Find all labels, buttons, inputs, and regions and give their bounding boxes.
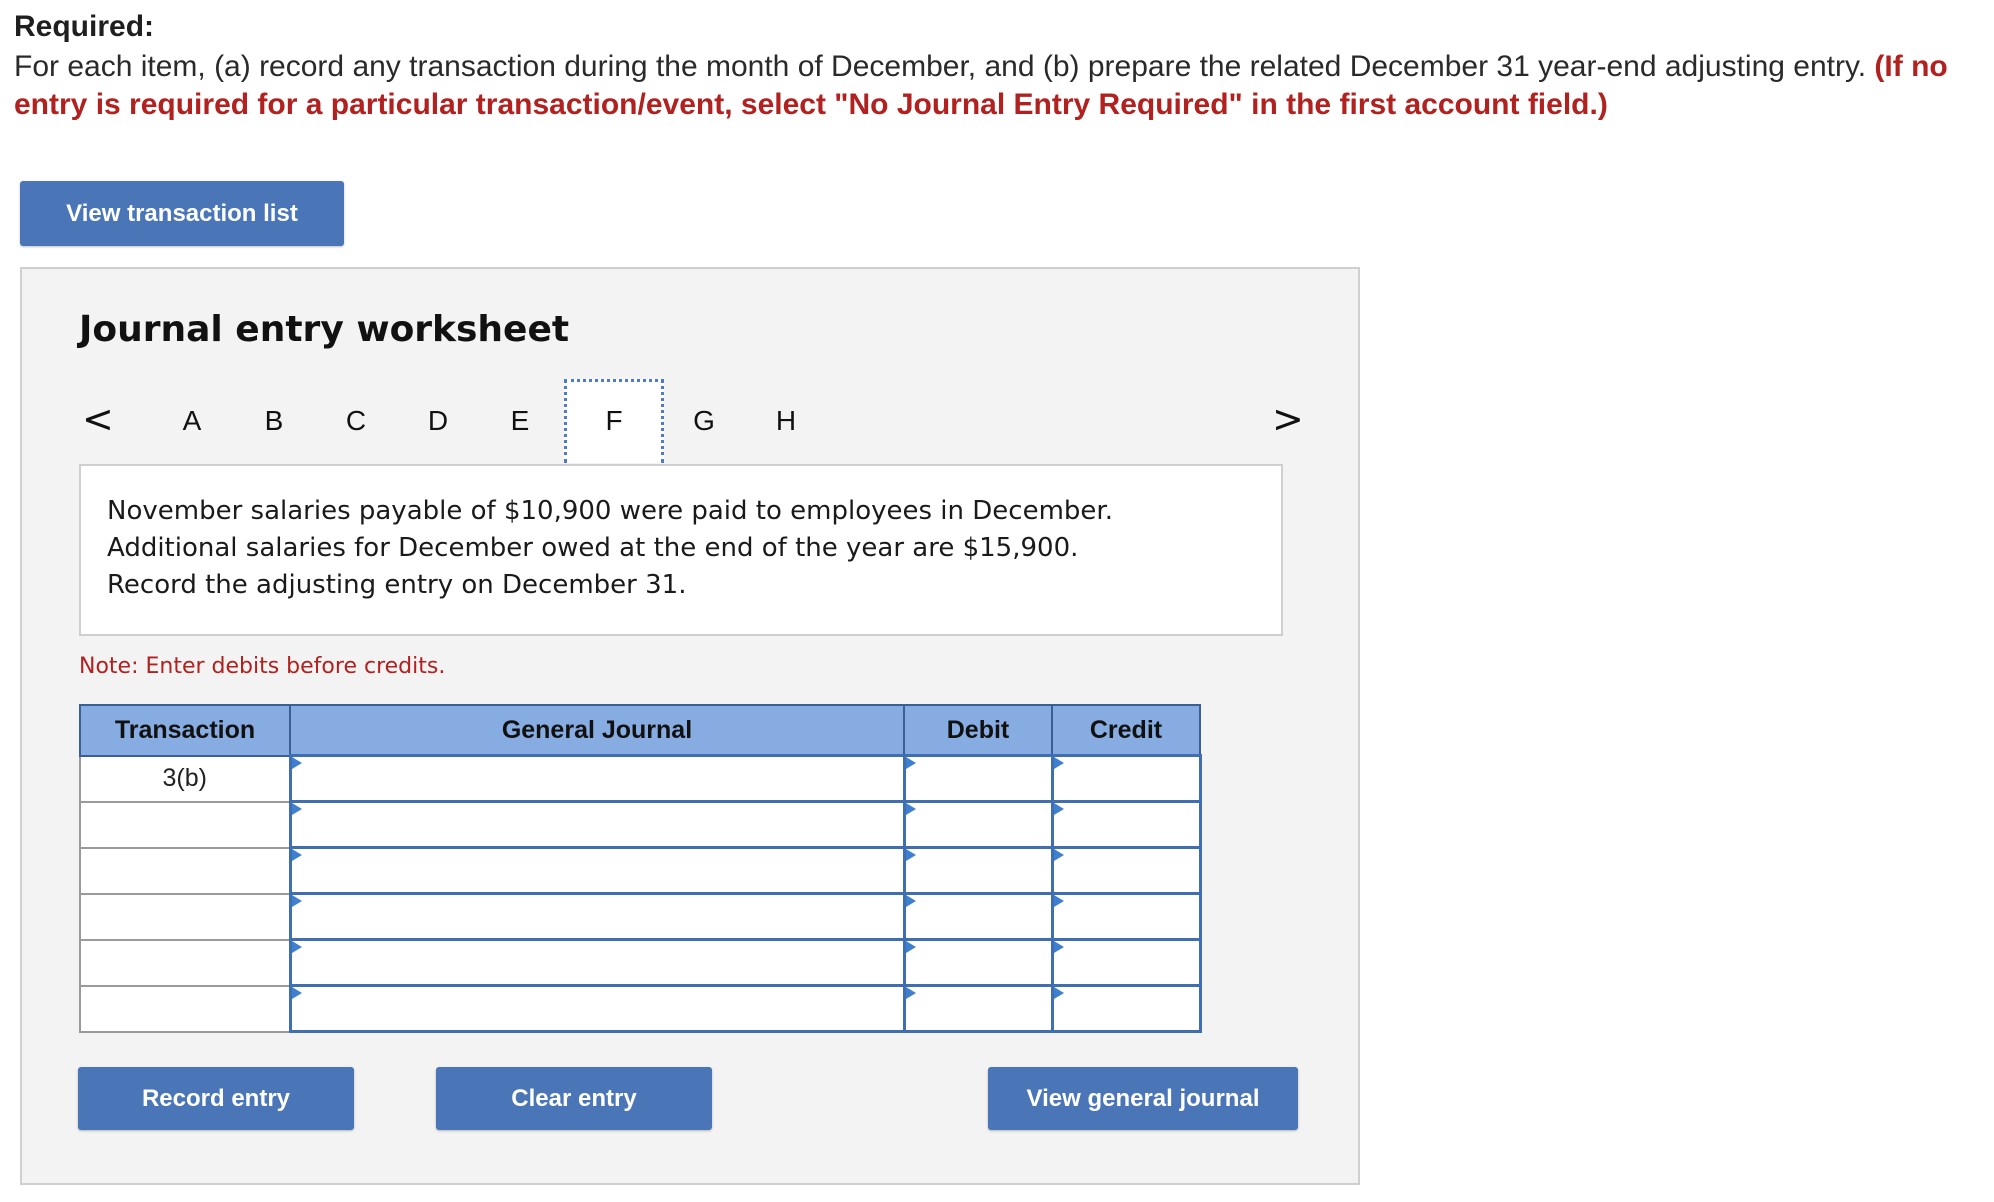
nav-tab-c[interactable]: C xyxy=(336,405,376,437)
nav-tab-d[interactable]: D xyxy=(418,405,458,437)
debit-input[interactable] xyxy=(902,984,1054,1033)
credit-input[interactable] xyxy=(1050,892,1202,941)
instructions: For each item, (a) record any transactio… xyxy=(14,48,1974,124)
transaction-description: November salaries payable of $10,900 wer… xyxy=(79,464,1283,636)
debit-input[interactable] xyxy=(902,754,1054,803)
journal-table: Transaction General Journal Debit Credit… xyxy=(79,704,1202,1033)
transaction-cell: 3(b) xyxy=(79,754,291,803)
credit-input[interactable] xyxy=(1050,938,1202,987)
nav-tab-e[interactable]: E xyxy=(500,405,540,437)
record-entry-button[interactable]: Record entry xyxy=(78,1067,354,1130)
prompt-line: Record the adjusting entry on December 3… xyxy=(107,570,687,600)
nav-tab-a[interactable]: A xyxy=(172,405,212,437)
account-select[interactable] xyxy=(288,892,906,941)
header-transaction: Transaction xyxy=(79,704,291,757)
account-select[interactable] xyxy=(288,846,906,895)
transaction-cell xyxy=(79,984,291,1033)
transaction-cell xyxy=(79,938,291,987)
table-row xyxy=(79,800,1202,849)
debit-input[interactable] xyxy=(902,938,1054,987)
required-heading: Required: xyxy=(14,10,155,43)
credit-input[interactable] xyxy=(1050,984,1202,1033)
table-row xyxy=(79,984,1202,1033)
debit-credit-note: Note: Enter debits before credits. xyxy=(79,654,446,679)
clear-entry-button[interactable]: Clear entry xyxy=(436,1067,712,1130)
table-row: 3(b) xyxy=(79,754,1202,803)
instructions-text: For each item, (a) record any transactio… xyxy=(14,50,1875,83)
credit-input[interactable] xyxy=(1050,800,1202,849)
view-transaction-list-button[interactable]: View transaction list xyxy=(20,181,344,246)
transaction-nav: < A B C D E F G H > xyxy=(72,379,1312,469)
debit-input[interactable] xyxy=(902,800,1054,849)
nav-tab-b[interactable]: B xyxy=(254,405,294,437)
header-general-journal: General Journal xyxy=(289,704,905,757)
nav-tab-g[interactable]: G xyxy=(684,405,724,437)
header-credit: Credit xyxy=(1051,704,1201,757)
nav-tab-h[interactable]: H xyxy=(766,405,806,437)
account-select[interactable] xyxy=(288,754,906,803)
worksheet-title: Journal entry worksheet xyxy=(79,309,570,350)
transaction-cell xyxy=(79,846,291,895)
prompt-line: Additional salaries for December owed at… xyxy=(107,533,1079,563)
account-select[interactable] xyxy=(288,984,906,1033)
account-select[interactable] xyxy=(288,800,906,849)
journal-entry-worksheet: Journal entry worksheet < A B C D E F G … xyxy=(20,267,1360,1185)
table-row xyxy=(79,846,1202,895)
credit-input[interactable] xyxy=(1050,846,1202,895)
debit-input[interactable] xyxy=(902,846,1054,895)
chevron-left-icon[interactable]: < xyxy=(82,397,114,441)
header-debit: Debit xyxy=(903,704,1053,757)
nav-tab-f[interactable]: F xyxy=(564,379,664,463)
table-row xyxy=(79,892,1202,941)
account-select[interactable] xyxy=(288,938,906,987)
chevron-right-icon[interactable]: > xyxy=(1272,397,1304,441)
prompt-line: November salaries payable of $10,900 wer… xyxy=(107,496,1113,526)
credit-input[interactable] xyxy=(1050,754,1202,803)
transaction-cell xyxy=(79,800,291,849)
view-general-journal-button[interactable]: View general journal xyxy=(988,1067,1298,1130)
table-row xyxy=(79,938,1202,987)
transaction-cell xyxy=(79,892,291,941)
debit-input[interactable] xyxy=(902,892,1054,941)
